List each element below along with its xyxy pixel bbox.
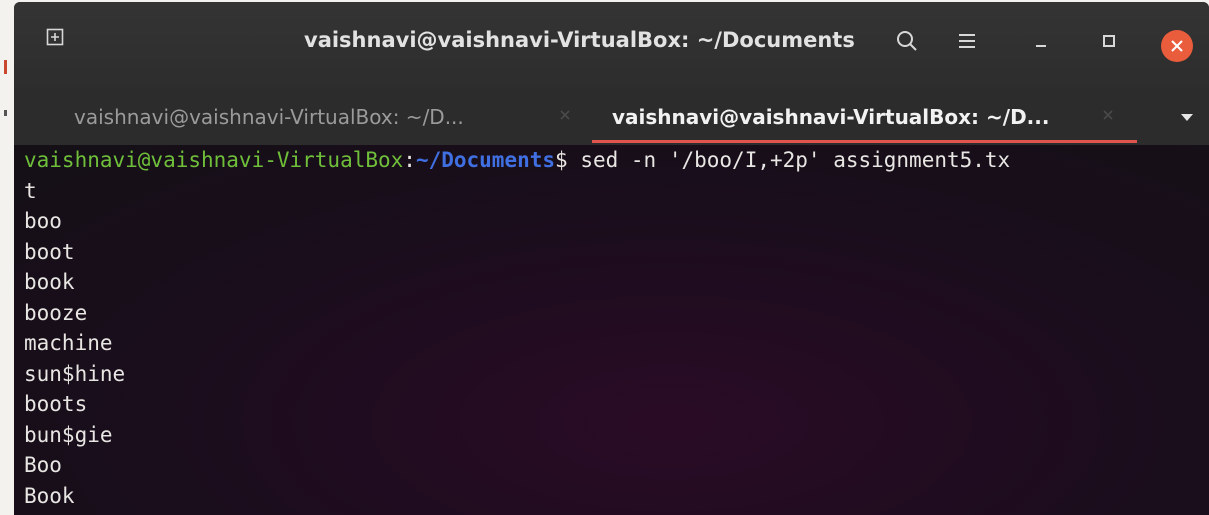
output-line: Boo — [24, 453, 62, 477]
new-tab-icon — [46, 28, 64, 46]
tab-close-button[interactable] — [1097, 104, 1119, 126]
output-line: sun$hine — [24, 361, 126, 386]
chevron-down-icon — [1181, 114, 1193, 121]
output-line: boots — [24, 392, 88, 416]
output-line: bun$gie — [24, 422, 113, 447]
maximize-icon — [1103, 35, 1115, 47]
new-tab-button[interactable] — [42, 24, 68, 50]
output-line: Book — [24, 483, 75, 508]
search-icon — [897, 31, 917, 51]
prompt-colon: : — [403, 148, 416, 172]
tab-label: vaishnavi@vaishnavi-VirtualBox: ~/D... — [612, 104, 1050, 129]
maximize-button[interactable] — [1092, 24, 1126, 58]
background-window-mark — [4, 110, 7, 116]
close-icon — [1103, 110, 1113, 120]
prompt-path: ~/Documents — [415, 148, 556, 172]
active-tab-indicator — [592, 140, 1137, 143]
menu-button[interactable] — [950, 24, 984, 58]
command-line: vaishnavi@vaishnavi-VirtualBox:~/Documen… — [24, 145, 1209, 176]
tab-inactive[interactable]: vaishnavi@vaishnavi-VirtualBox: ~/D... — [54, 88, 574, 145]
minimize-icon — [1036, 45, 1046, 47]
window-title: vaishnavi@vaishnavi-VirtualBox: ~/Docume… — [304, 28, 855, 52]
tab-label: vaishnavi@vaishnavi-VirtualBox: ~/D... — [74, 104, 464, 129]
output-line: machine — [24, 331, 113, 355]
hamburger-menu-icon — [959, 34, 975, 48]
terminal-output[interactable]: vaishnavi@vaishnavi-VirtualBox:~/Documen… — [14, 145, 1209, 515]
command-text: sed -n '/boo/I,+2p' assignment5.tx — [580, 148, 1011, 172]
command-wrap: t — [24, 178, 37, 203]
close-icon — [1171, 40, 1183, 52]
tab-active[interactable]: vaishnavi@vaishnavi-VirtualBox: ~/D... — [592, 88, 1137, 145]
background-window-mark — [4, 60, 7, 74]
terminal-window: vaishnavi@vaishnavi-VirtualBox: ~/Docume… — [14, 2, 1209, 515]
minimize-button[interactable] — [1024, 24, 1058, 58]
tab-close-button[interactable] — [554, 104, 576, 126]
tab-bar: vaishnavi@vaishnavi-VirtualBox: ~/D... v… — [14, 88, 1209, 145]
output-line: boo — [24, 209, 62, 233]
prompt-symbol: $ — [555, 148, 581, 172]
tab-list-button[interactable] — [1174, 104, 1200, 130]
close-button[interactable] — [1161, 30, 1193, 62]
output-line: booze — [24, 300, 88, 325]
output-line: boot — [24, 239, 75, 264]
prompt-user: vaishnavi@vaishnavi-VirtualBox — [24, 148, 404, 172]
close-icon — [560, 110, 570, 120]
title-bar: vaishnavi@vaishnavi-VirtualBox: ~/Docume… — [14, 2, 1209, 88]
output-line: book — [24, 270, 75, 294]
search-button[interactable] — [890, 24, 924, 58]
